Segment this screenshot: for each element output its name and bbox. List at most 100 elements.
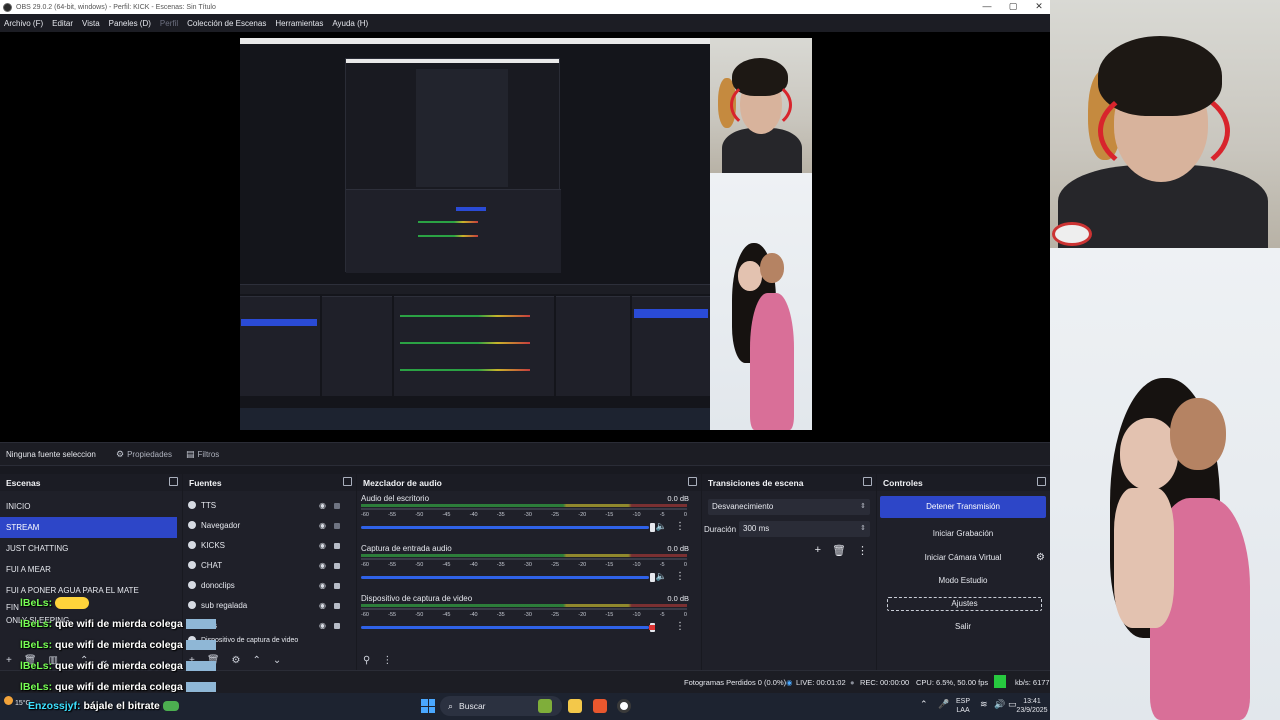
transition-tools: + 🗑 ⋮ <box>804 544 868 557</box>
visibility-eye-icon[interactable]: ◉ <box>319 581 326 590</box>
menu-coleccion[interactable]: Colección de Escenas <box>187 19 266 28</box>
obs-window: OBS 29.0.2 (64-bit, windows) - Perfil: K… <box>0 0 1050 693</box>
menu-editar[interactable]: Editar <box>52 19 73 28</box>
add-transition-button[interactable]: + <box>815 544 821 557</box>
mixer-channel: Dispositivo de captura de video 0.0 dB -60… <box>357 591 701 641</box>
channel-menu-icon[interactable]: ⋮ <box>675 521 685 532</box>
volume-slider-handle[interactable] <box>650 573 655 582</box>
visibility-eye-icon[interactable]: ◉ <box>319 501 326 510</box>
undock-icon[interactable] <box>169 477 178 486</box>
visibility-eye-icon[interactable]: ◉ <box>319 621 326 630</box>
menu-ayuda[interactable]: Ayuda (H) <box>332 19 368 28</box>
channel-db: 0.0 dB <box>667 594 689 603</box>
clock[interactable]: 13:41 23/9/2025 <box>1014 697 1050 715</box>
spinner-icon[interactable]: ⇕ <box>860 521 866 537</box>
volume-slider[interactable] <box>361 626 649 629</box>
stop-stream-button[interactable]: Detener Transmisión <box>880 496 1046 518</box>
weather-widget[interactable]: 15°C <box>4 696 31 708</box>
volume-slider-handle[interactable] <box>650 523 655 532</box>
visibility-eye-icon[interactable]: ◉ <box>319 601 326 610</box>
channel-menu-icon[interactable]: ⋮ <box>675 621 685 632</box>
exit-button[interactable]: Salir <box>880 617 1046 637</box>
source-item[interactable]: CHAT ◉ <box>183 555 356 575</box>
filters-button[interactable]: ▤ Filtros <box>186 449 219 460</box>
source-settings-gear-icon[interactable]: ⚙ <box>232 655 241 666</box>
program-preview[interactable] <box>240 38 812 430</box>
source-item[interactable]: TTS ◉ <box>183 495 356 515</box>
scene-item-fui-a-mear[interactable]: FUI A MEAR <box>0 559 177 580</box>
scene-item-just-chatting[interactable]: JUST CHATTING <box>0 538 177 559</box>
transition-select[interactable]: Desvanecimiento ⇕ <box>708 499 870 515</box>
lock-icon[interactable] <box>334 563 340 569</box>
show-hidden-icons-icon[interactable]: ⌃ <box>920 700 928 709</box>
db-tick-label: -25 <box>551 562 560 568</box>
volume-slider[interactable] <box>361 526 649 529</box>
duration-input[interactable]: 300 ms ⇕ <box>739 521 870 537</box>
volume-slider[interactable] <box>361 576 649 579</box>
properties-button[interactable]: ⚙ Propiedades <box>116 449 172 460</box>
lock-icon[interactable] <box>334 523 340 529</box>
app-icon[interactable] <box>538 699 552 713</box>
visibility-eye-icon[interactable]: ◉ <box>319 521 326 530</box>
lock-icon[interactable] <box>334 623 340 629</box>
start-virtual-cam-button[interactable]: Iniciar Cámara Virtual ⚙ <box>880 548 1046 568</box>
wifi-icon[interactable]: ≋ <box>980 700 988 709</box>
lock-icon[interactable] <box>334 503 340 509</box>
undock-icon[interactable] <box>1037 477 1046 486</box>
advanced-audio-icon[interactable]: ⚲ <box>363 655 370 666</box>
channel-db: 0.0 dB <box>667 544 689 553</box>
source-item[interactable]: sub regalada ◉ <box>183 595 356 615</box>
menu-perfil[interactable]: Perfil <box>160 19 178 28</box>
menu-herramientas[interactable]: Herramientas <box>275 19 323 28</box>
move-up-icon[interactable]: ⌃ <box>253 655 261 666</box>
lock-icon[interactable] <box>334 543 340 549</box>
menu-paneles[interactable]: Paneles (D) <box>109 19 151 28</box>
db-tick-label: -15 <box>605 612 614 618</box>
menu-vista[interactable]: Vista <box>82 19 100 28</box>
channel-menu-icon[interactable]: ⋮ <box>675 571 685 582</box>
undock-icon[interactable] <box>688 477 697 486</box>
scene-item-inicio[interactable]: INICIO <box>0 496 177 517</box>
sources-dock-title: Fuentes <box>183 474 356 491</box>
speaker-icon[interactable]: 🔈 <box>656 571 667 582</box>
maximize-button[interactable]: ▢ <box>1000 0 1026 14</box>
source-item[interactable]: KICKS ◉ <box>183 535 356 555</box>
move-down-icon[interactable]: ⌄ <box>273 655 281 666</box>
source-type-icon <box>188 521 196 529</box>
emote-icon <box>185 661 216 672</box>
add-scene-button[interactable]: + <box>6 655 12 666</box>
transition-menu-icon[interactable]: ⋮ <box>857 544 868 557</box>
lock-icon[interactable] <box>334 603 340 609</box>
close-button[interactable]: ✕ <box>1026 0 1050 14</box>
start-recording-button[interactable]: Iniciar Grabación <box>880 524 1046 544</box>
volume-icon[interactable]: 🔊 <box>994 700 1005 709</box>
preview-photo <box>710 173 812 430</box>
chat-message: lBeLs: <box>20 597 90 610</box>
db-tick-label: -5 <box>659 612 665 618</box>
undock-icon[interactable] <box>863 477 872 486</box>
brave-browser-icon[interactable] <box>593 699 607 713</box>
file-explorer-icon[interactable] <box>568 699 582 713</box>
settings-button[interactable]: Ajustes <box>887 597 1042 611</box>
obs-taskbar-icon[interactable] <box>617 699 631 713</box>
db-tick-label: -35 <box>496 612 505 618</box>
remove-transition-button[interactable]: 🗑 <box>832 544 846 557</box>
visibility-eye-icon[interactable]: ◉ <box>319 541 326 550</box>
db-tick-label: -45 <box>442 562 451 568</box>
visibility-eye-icon[interactable]: ◉ <box>319 561 326 570</box>
language-indicator[interactable]: ESP LAA <box>956 697 970 715</box>
undock-icon[interactable] <box>343 477 352 486</box>
gear-icon[interactable]: ⚙ <box>1036 548 1045 568</box>
microphone-icon[interactable]: 🎤 <box>938 700 949 709</box>
menu-archivo[interactable]: Archivo (F) <box>4 19 43 28</box>
channel-db: 0.0 dB <box>667 494 689 503</box>
source-item[interactable]: Navegador ◉ <box>183 515 356 535</box>
source-item[interactable]: donoclips ◉ <box>183 575 356 595</box>
studio-mode-button[interactable]: Modo Estudio <box>880 571 1046 591</box>
mixer-menu-icon[interactable]: ⋮ <box>382 655 392 666</box>
speaker-icon[interactable]: 🔈 <box>656 521 667 532</box>
lock-icon[interactable] <box>334 583 340 589</box>
minimize-button[interactable]: — <box>974 0 1000 14</box>
start-windows-icon[interactable] <box>421 699 435 713</box>
scene-item-stream[interactable]: STREAM <box>0 517 177 538</box>
